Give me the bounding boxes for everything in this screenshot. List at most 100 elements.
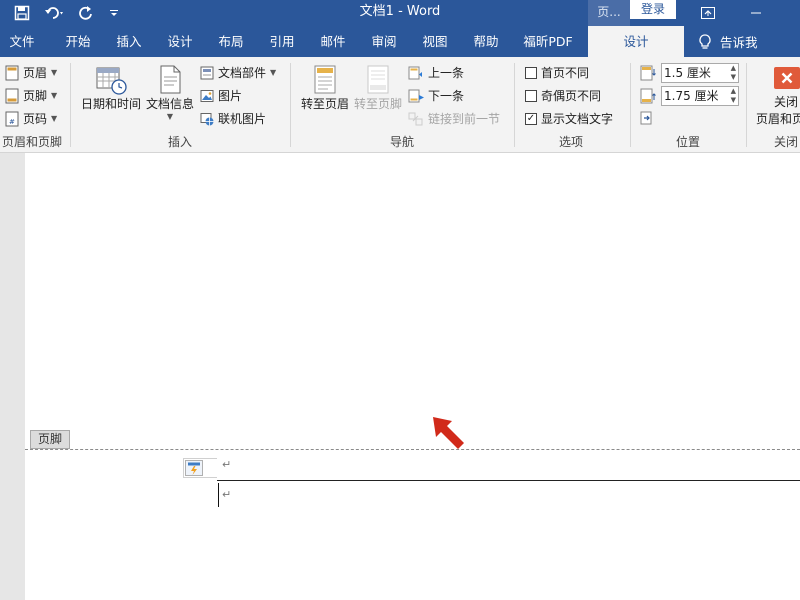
group-divider [70, 63, 71, 147]
different-first-page-checkbox[interactable]: 首页不同 [525, 64, 589, 81]
chevron-down-icon: ▼ [51, 68, 58, 77]
tab-help[interactable]: 帮助 [464, 26, 508, 57]
spinner-arrows-icon[interactable]: ▲ ▼ [731, 87, 736, 105]
checkmark-icon: ✓ [525, 112, 537, 125]
link-to-previous-label: 链接到前一节 [428, 112, 501, 126]
footer-position-icon [640, 88, 656, 104]
header-position-icon [640, 65, 656, 81]
document-info-button[interactable]: 文档信息 ▼ [144, 65, 196, 121]
show-document-text-checkbox[interactable]: ✓ 显示文档文字 [525, 110, 613, 127]
header-from-top-value: 1.5 厘米 [664, 66, 711, 80]
document-info-icon [160, 65, 181, 94]
group-divider [290, 63, 291, 147]
chevron-down-icon: ▼ [270, 68, 277, 77]
document-info-label: 文档信息 [145, 97, 194, 111]
different-odd-even-label: 奇偶页不同 [541, 89, 602, 103]
picture-button[interactable]: 图片 [200, 87, 242, 104]
undo-icon[interactable] [40, 0, 70, 26]
group-label-options: 选项 [558, 135, 583, 149]
header-dropdown[interactable]: 页眉 ▼ [5, 64, 57, 81]
goto-footer-button[interactable]: 转至页脚 [351, 65, 405, 112]
header-icon [5, 65, 19, 80]
online-picture-label: 联机图片 [218, 112, 267, 126]
footer-content-control[interactable] [183, 458, 217, 478]
redo-icon[interactable] [76, 0, 96, 26]
group-label-insert: 插入 [167, 135, 192, 149]
quick-parts-icon [200, 66, 214, 79]
date-time-label: 日期和时间 [80, 97, 141, 111]
close-label-line2: 页眉和页 [756, 112, 800, 126]
different-first-page-label: 首页不同 [541, 66, 590, 80]
page-number-dropdown[interactable]: # 页码 ▼ [5, 110, 57, 127]
group-divider [630, 63, 631, 147]
online-picture-button[interactable]: 联机图片 [200, 110, 266, 127]
close-label-line1: 关闭 [774, 95, 799, 109]
group-label-header-footer: 页眉和页脚 [1, 135, 62, 149]
ribbon-tab-bar: 文件 开始 插入 设计 布局 引用 邮件 审阅 视图 帮助 福昕PDF 设计 告… [0, 26, 800, 57]
close-icon [774, 67, 800, 89]
text-cursor [218, 483, 219, 507]
next-label: 下一条 [428, 89, 465, 103]
link-to-previous-button[interactable]: 链接到前一节 [408, 110, 500, 127]
ribbon-display-options-icon[interactable] [688, 0, 728, 26]
calendar-clock-icon [96, 67, 127, 95]
group-divider [746, 63, 747, 147]
footer-from-bottom-input[interactable]: 1.75 厘米 ▲ ▼ [661, 86, 739, 106]
date-time-button[interactable]: 日期和时间 [80, 65, 142, 112]
paragraph-mark: ↵ [222, 488, 232, 501]
checkbox-unchecked [525, 66, 537, 79]
tab-file[interactable]: 文件 [0, 26, 44, 57]
tab-view[interactable]: 视图 [413, 26, 457, 57]
minimize-icon[interactable] [736, 0, 776, 26]
login-button[interactable]: 登录 [630, 0, 676, 19]
alignment-tab-icon [640, 111, 652, 125]
paragraph-mark: ↵ [222, 458, 232, 471]
next-button[interactable]: 下一条 [408, 87, 464, 104]
tab-design[interactable]: 设计 [158, 26, 202, 57]
tab-mailings[interactable]: 邮件 [311, 26, 355, 57]
insert-alignment-tab-button[interactable] [640, 111, 654, 125]
chevron-down-icon: ▼ [166, 112, 174, 121]
goto-header-button[interactable]: 转至页眉 [298, 65, 352, 112]
svg-text:#: # [9, 118, 15, 126]
footer-dropdown[interactable]: 页脚 ▼ [5, 87, 57, 104]
group-label-position: 位置 [675, 135, 700, 149]
quick-parts-label: 文档部件 [218, 66, 267, 80]
tab-review[interactable]: 审阅 [362, 26, 406, 57]
show-document-text-label: 显示文档文字 [541, 112, 614, 126]
chevron-down-icon: ▼ [51, 91, 58, 100]
different-odd-even-checkbox[interactable]: 奇偶页不同 [525, 87, 601, 104]
tab-references[interactable]: 引用 [260, 26, 304, 57]
link-icon [408, 112, 423, 125]
footer-tag: 页脚 [30, 430, 70, 449]
tell-me-box[interactable]: 告诉我 [698, 26, 758, 57]
document-page[interactable] [25, 153, 800, 600]
spinner-arrows-icon[interactable]: ▲ ▼ [731, 64, 736, 82]
lightbulb-icon [699, 33, 711, 49]
previous-button[interactable]: 上一条 [408, 64, 464, 81]
save-icon[interactable] [10, 0, 34, 26]
group-divider [514, 63, 515, 147]
page-number-icon: # [5, 111, 19, 126]
footer-from-bottom-value: 1.75 厘米 [664, 89, 719, 103]
tab-home[interactable]: 开始 [56, 26, 100, 57]
close-header-footer-button[interactable]: 关闭 页眉和页 [756, 67, 800, 127]
previous-section-icon [408, 66, 422, 79]
tab-foxit-pdf[interactable]: 福昕PDF [516, 26, 580, 57]
page-number-label: 页码 [23, 112, 48, 126]
footer-border-line [217, 480, 800, 481]
footer-icon [5, 88, 19, 103]
previous-label: 上一条 [428, 66, 465, 80]
tab-header-footer-design[interactable]: 设计 [588, 26, 684, 57]
goto-footer-icon [367, 65, 389, 94]
tab-layout[interactable]: 布局 [209, 26, 253, 57]
ribbon: 页眉 ▼ 页脚 ▼ # 页码 ▼ 页眉和页脚 日期和时间 文档信息 ▼ 文档部件 ▼ [0, 57, 800, 153]
left-margin-strip [0, 153, 25, 600]
header-label: 页眉 [23, 66, 48, 80]
quick-part-field-icon [185, 460, 203, 476]
customize-toolbar-icon[interactable] [106, 0, 122, 26]
header-from-top-input[interactable]: 1.5 厘米 ▲ ▼ [661, 63, 739, 83]
tab-insert[interactable]: 插入 [107, 26, 151, 57]
chevron-down-icon: ▼ [51, 114, 58, 123]
quick-parts-dropdown[interactable]: 文档部件 ▼ [200, 64, 276, 81]
